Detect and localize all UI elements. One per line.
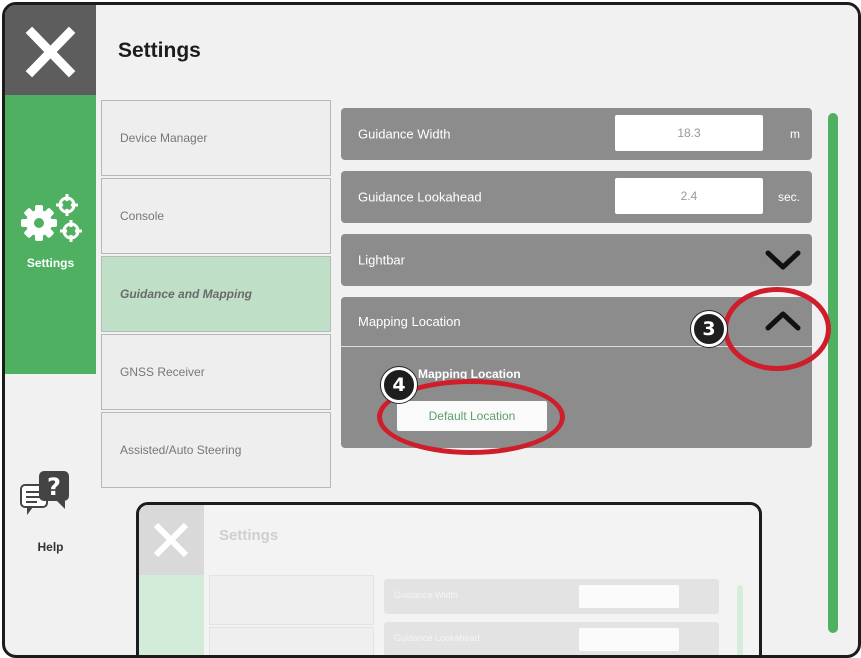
inset-row: Guidance Lookahead (384, 622, 719, 655)
chevron-down-icon[interactable] (764, 248, 802, 272)
close-button[interactable] (5, 5, 96, 95)
header: Settings (96, 5, 858, 95)
category-device-manager[interactable]: Device Manager (101, 100, 331, 176)
category-list: Device Manager Console Guidance and Mapp… (101, 100, 331, 490)
category-gnss-receiver[interactable]: GNSS Receiver (101, 334, 331, 410)
lightbar-row[interactable]: Lightbar (341, 234, 812, 286)
guidance-lookahead-input[interactable]: 2.4 (615, 178, 763, 214)
inset-title: Settings (219, 527, 279, 544)
guidance-width-input[interactable]: 18.3 (615, 115, 763, 151)
help-label: Help (37, 540, 64, 554)
inset-row-label: Guidance Lookahead (394, 633, 480, 643)
app-window: Settings Settings ? Help Device Manager … (2, 2, 861, 658)
guidance-width-label: Guidance Width (358, 126, 451, 142)
inset-scrollbar (737, 585, 743, 655)
guidance-width-unit: m (790, 127, 800, 141)
close-icon (25, 26, 76, 78)
guidance-lookahead-row: Guidance Lookahead 2.4 sec. (341, 171, 812, 223)
inset-sidebar (139, 575, 204, 655)
svg-text:?: ? (47, 473, 61, 501)
inset-row-label: Guidance Width (394, 590, 459, 600)
help-icon: ? (20, 471, 69, 515)
lightbar-label: Lightbar (358, 252, 405, 268)
guidance-lookahead-unit: sec. (777, 190, 800, 204)
category-guidance-and-mapping[interactable]: Guidance and Mapping (101, 256, 331, 332)
inset-row-input (579, 585, 679, 608)
inset-category (209, 575, 374, 625)
inset-screenshot: Settings Guidance Width Guidance Lookahe… (136, 502, 762, 655)
sidebar-item-label: Settings (26, 256, 75, 270)
mapping-location-label: Mapping Location (358, 314, 461, 329)
scrollbar[interactable] (828, 113, 838, 633)
category-console[interactable]: Console (101, 178, 331, 254)
gears-icon (21, 194, 82, 242)
annotation-ring-3 (723, 287, 831, 371)
inset-row: Guidance Width (384, 579, 719, 614)
inset-row-input (579, 628, 679, 651)
callout-4-badge: 4 (381, 367, 417, 403)
guidance-width-row: Guidance Width 18.3 m (341, 108, 812, 160)
callout-3-badge: 3 (691, 311, 727, 347)
sidebar-item-settings[interactable]: Settings (5, 95, 96, 374)
category-assisted-auto-steering[interactable]: Assisted/Auto Steering (101, 412, 331, 488)
inset-close-icon (153, 522, 189, 558)
guidance-lookahead-label: Guidance Lookahead (358, 189, 482, 205)
page-title: Settings (118, 39, 201, 62)
inset-close-tile (139, 505, 204, 575)
